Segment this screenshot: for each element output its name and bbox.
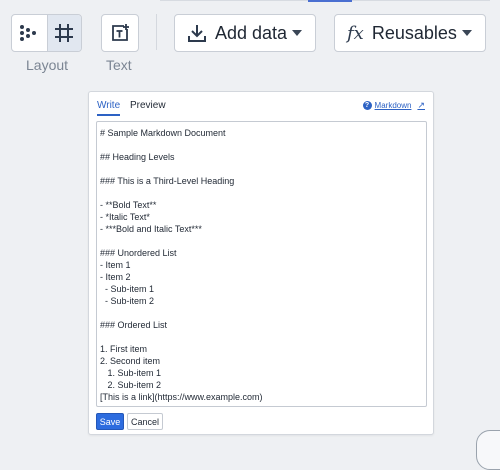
grid-layout-button[interactable] [46,15,81,51]
editor-line: - Sub-item 2 [100,296,155,306]
add-data-button[interactable]: Add data [174,14,316,52]
tab-write[interactable]: Write [97,100,121,116]
editor-line: - Item 2 [100,272,131,282]
editor-line: ### Unordered List [100,248,177,258]
text-button[interactable] [101,14,139,52]
text-label: Text [106,57,132,73]
editor-line: - **Bold Text** [100,200,157,210]
editor-line: 2. Second item [100,356,161,366]
add-data-label: Add data [215,22,288,43]
download-icon [188,25,206,42]
caret-down-icon [462,30,472,36]
tab-preview[interactable]: Preview [130,100,166,114]
help-icon: ? [362,101,372,110]
corner-widget [476,430,500,470]
function-icon: fx [347,22,364,44]
markdown-help-link[interactable]: ? Markdown ↗ [362,100,425,111]
markdown-textarea[interactable]: # Sample Markdown Document ## Heading Lev… [96,121,427,407]
markdown-editor-panel: Write Preview ? Markdown ↗ # Sample Mark… [88,91,434,435]
editor-line: - ***Bold and Italic Text*** [100,224,202,234]
text-box-icon [112,24,129,41]
editor-line: 2. Sub-item 2 [100,380,162,390]
save-button[interactable]: Save [96,413,124,430]
editor-line: - Item 1 [100,260,131,270]
external-link-icon: ↗ [417,100,425,110]
editor-line: - *Italic Text* [100,212,150,222]
editor-line: 1. Sub-item 1 [100,368,162,378]
reusables-button[interactable]: fx Reusables [334,14,486,52]
layout-label: Layout [26,57,69,73]
caret-down-icon [292,30,302,36]
dots-flow-icon [20,25,37,41]
editor-line: ### This is a Third-Level Heading [100,176,235,186]
toolbar-divider [156,14,157,50]
editor-line: - Sub-item 1 [100,284,155,294]
grid-icon [55,24,74,42]
reusables-label: Reusables [371,22,457,43]
editor-line: # Sample Markdown Document [100,128,226,138]
cancel-button[interactable]: Cancel [127,413,163,430]
editor-line: ## Heading Levels [100,152,175,162]
editor-tabs: Write Preview ? Markdown ↗ [97,98,425,118]
editor-line: [This is a link](https://www.example.com… [100,392,263,402]
flow-layout-button[interactable] [12,15,47,51]
top-active-indicator [308,0,352,2]
editor-line: ### Ordered List [100,320,168,330]
markdown-link-label: Markdown [374,101,412,110]
layout-toggle-group [11,14,82,52]
editor-line: 1. First item [100,344,148,354]
